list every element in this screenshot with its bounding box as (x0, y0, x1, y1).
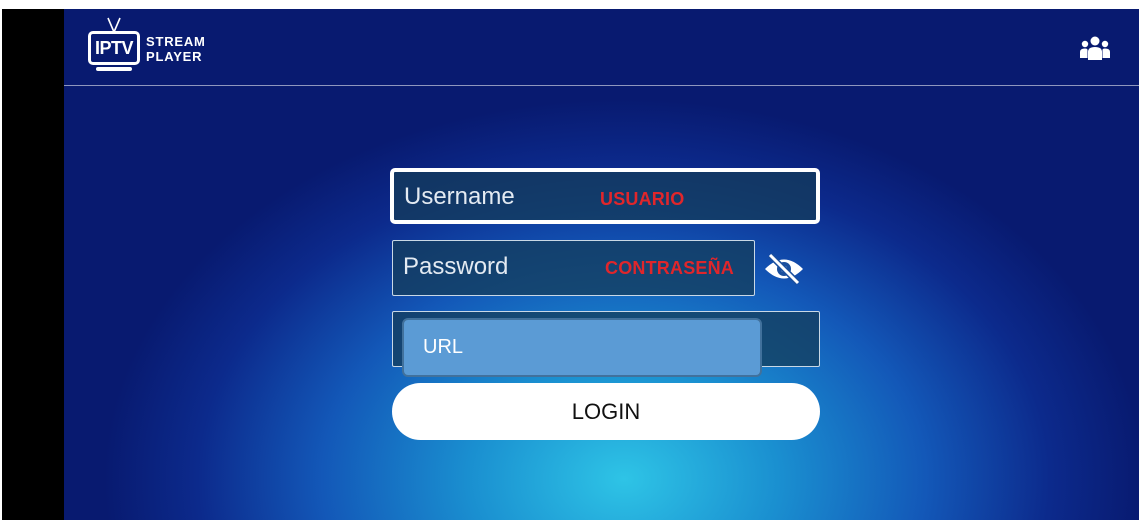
logo-line-player: PLAYER (146, 49, 203, 64)
username-field[interactable]: Username USUARIO (390, 168, 820, 224)
users-group-icon[interactable] (1080, 35, 1110, 61)
username-placeholder: Username (404, 183, 515, 210)
logo-wordmark: STREAM PLAYER (146, 34, 206, 64)
logo-tv-badge: IPTV (88, 31, 140, 65)
password-placeholder: Password (403, 253, 509, 280)
login-button[interactable]: LOGIN (392, 383, 820, 440)
password-annotation: CONTRASEÑA (605, 258, 735, 278)
screenshot-frame: IPTV STREAM PLAYER Username USUARIO Pass… (0, 0, 1139, 520)
url-callout-label: URL (423, 336, 464, 358)
header-divider (64, 85, 1139, 86)
iptv-login-view: IPTV STREAM PLAYER Username USUARIO Pass… (64, 9, 1139, 520)
app-header: IPTV STREAM PLAYER (64, 9, 1139, 84)
app-screen: IPTV STREAM PLAYER Username USUARIO Pass… (2, 9, 1139, 520)
tv-stand (96, 67, 132, 71)
app-logo: IPTV STREAM PLAYER (88, 17, 238, 77)
url-callout: URL (402, 318, 762, 377)
password-field[interactable]: Password CONTRASEÑA (392, 240, 755, 296)
logo-line-stream: STREAM (146, 34, 206, 49)
left-black-bar (2, 9, 64, 520)
eye-slash-icon[interactable] (762, 252, 806, 286)
username-annotation: USUARIO (600, 189, 685, 209)
